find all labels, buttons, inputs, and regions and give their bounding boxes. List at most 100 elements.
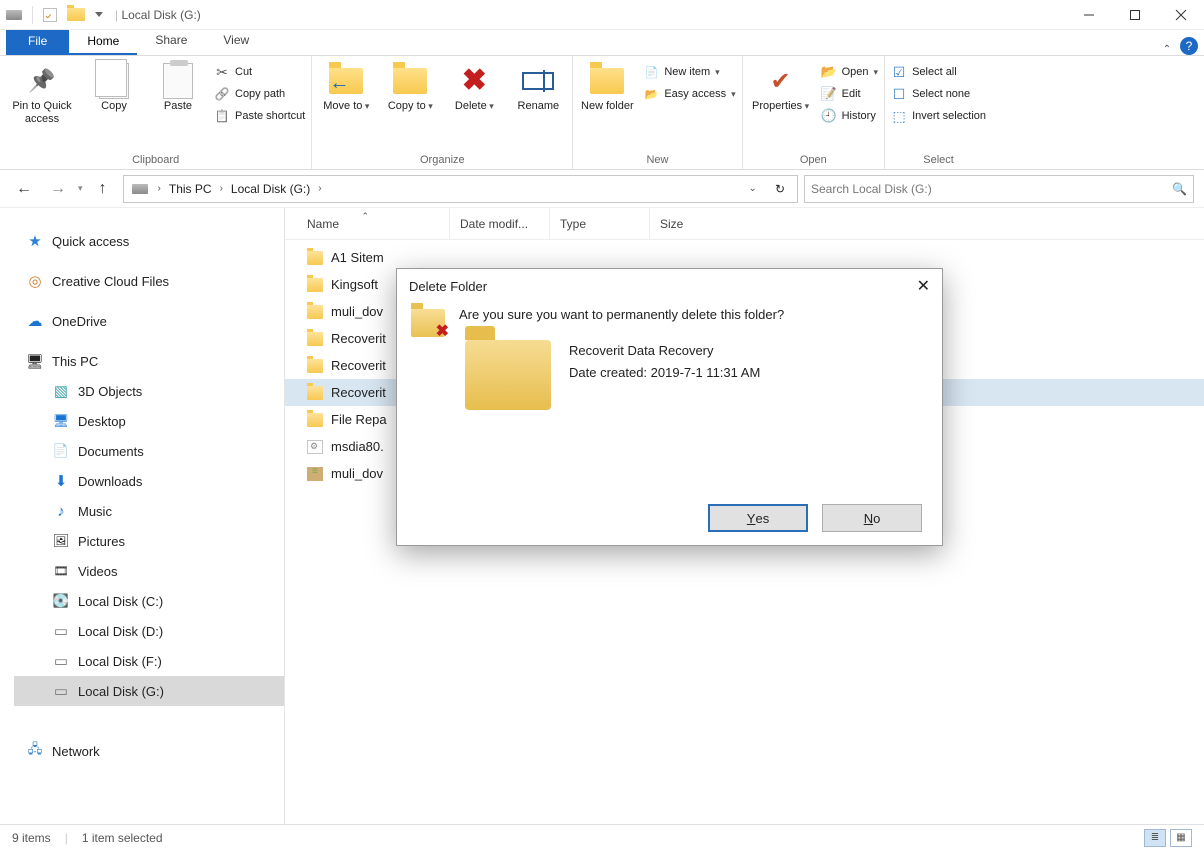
address-bar[interactable]: › This PC › Local Disk (G:) › ⌄ ↻ xyxy=(123,175,798,203)
ribbon: Pin to Quick access Copy Paste Cut Copy … xyxy=(0,56,1204,170)
pictures-icon xyxy=(52,532,70,550)
checkbox-icon[interactable] xyxy=(43,8,57,22)
tree-downloads[interactable]: Downloads xyxy=(14,466,284,496)
details-view-button[interactable]: ≣ xyxy=(1144,829,1166,847)
drive-icon xyxy=(6,10,22,20)
breadcrumb-separator-icon[interactable]: › xyxy=(216,183,227,194)
drive-icon xyxy=(52,622,70,640)
invert-selection-button[interactable]: Invert selection xyxy=(891,108,986,124)
dialog-title: Delete Folder xyxy=(409,279,487,294)
label: Videos xyxy=(78,564,118,579)
open-button[interactable]: Open xyxy=(821,64,878,80)
list-item[interactable]: A1 Sitem xyxy=(285,244,1204,271)
tree-music[interactable]: Music xyxy=(14,496,284,526)
paste-button[interactable]: Paste xyxy=(150,60,206,113)
tree-disk-c[interactable]: Local Disk (C:) xyxy=(14,586,284,616)
copy-button[interactable]: Copy xyxy=(86,60,142,113)
tab-file[interactable]: File xyxy=(6,30,69,55)
tree-onedrive[interactable]: OneDrive xyxy=(14,306,284,336)
tab-view[interactable]: View xyxy=(205,28,267,55)
label: 3D Objects xyxy=(78,384,142,399)
tree-disk-f[interactable]: Local Disk (F:) xyxy=(14,646,284,676)
help-icon[interactable]: ? xyxy=(1180,37,1198,55)
label: Move to xyxy=(323,100,369,113)
no-button[interactable]: No xyxy=(822,504,922,532)
folder-icon xyxy=(307,251,323,265)
easy-access-icon: 📂 xyxy=(643,86,659,102)
ribbon-group-clipboard: Pin to Quick access Copy Paste Cut Copy … xyxy=(0,56,312,169)
maximize-button[interactable] xyxy=(1112,0,1158,30)
label: Copy path xyxy=(235,88,285,100)
minimize-button[interactable] xyxy=(1066,0,1112,30)
column-name[interactable]: Name⌃ xyxy=(285,208,450,239)
label: Rename xyxy=(518,100,560,113)
tree-pictures[interactable]: Pictures xyxy=(14,526,284,556)
breadcrumb-separator-icon[interactable]: › xyxy=(314,183,325,194)
qat-dropdown-icon[interactable] xyxy=(95,12,103,17)
select-all-button[interactable]: Select all xyxy=(891,64,986,80)
breadcrumb-this-pc[interactable]: This PC xyxy=(167,182,214,196)
forward-button[interactable]: → xyxy=(44,175,72,203)
tab-home[interactable]: Home xyxy=(69,29,137,55)
tree-disk-g[interactable]: Local Disk (G:) xyxy=(14,676,284,706)
dialog-close-button[interactable]: ✕ xyxy=(917,276,930,296)
copy-to-button[interactable]: Copy to xyxy=(382,60,438,113)
tree-this-pc[interactable]: This PC xyxy=(14,346,284,376)
label: Delete xyxy=(455,100,494,113)
tree-quick-access[interactable]: Quick access xyxy=(14,226,284,256)
file-name: Recoverit xyxy=(331,331,386,346)
objects-icon xyxy=(52,382,70,400)
column-date[interactable]: Date modif... xyxy=(450,208,550,239)
new-item-button[interactable]: 📄New item xyxy=(643,64,735,80)
label: Documents xyxy=(78,444,144,459)
up-button[interactable]: ↑ xyxy=(89,175,117,203)
breadcrumb-local-disk-g[interactable]: Local Disk (G:) xyxy=(229,182,312,196)
column-type[interactable]: Type xyxy=(550,208,650,239)
address-dropdown-icon[interactable]: ⌄ xyxy=(741,183,765,194)
file-name: File Repa xyxy=(331,412,387,427)
copy-path-button[interactable]: Copy path xyxy=(214,86,305,102)
label: Creative Cloud Files xyxy=(52,274,169,289)
tree-creative-cloud[interactable]: Creative Cloud Files xyxy=(14,266,284,296)
delete-button[interactable]: ✖ Delete xyxy=(446,60,502,113)
cut-button[interactable]: Cut xyxy=(214,64,305,80)
new-mini-column: 📄New item 📂Easy access xyxy=(643,60,735,102)
recent-dropdown-icon[interactable]: ▾ xyxy=(78,183,83,194)
tree-desktop[interactable]: Desktop xyxy=(14,406,284,436)
breadcrumb-separator-icon[interactable]: › xyxy=(154,183,165,194)
file-name: Kingsoft xyxy=(331,277,378,292)
close-button[interactable] xyxy=(1158,0,1204,30)
move-to-button[interactable]: ← Move to xyxy=(318,60,374,113)
pin-to-quick-access-button[interactable]: Pin to Quick access xyxy=(6,60,78,126)
tree-network[interactable]: Network xyxy=(14,736,284,766)
edit-button[interactable]: Edit xyxy=(821,86,878,102)
search-input[interactable]: Search Local Disk (G:) 🔍 xyxy=(804,175,1194,203)
ribbon-group-open: Properties Open Edit History Open xyxy=(743,56,885,169)
new-folder-button[interactable]: New folder xyxy=(579,60,635,113)
back-button[interactable]: ← xyxy=(10,175,38,203)
tree-videos[interactable]: Videos xyxy=(14,556,284,586)
rename-button[interactable]: Rename xyxy=(510,60,566,113)
select-none-button[interactable]: Select none xyxy=(891,86,986,102)
documents-icon xyxy=(52,442,70,460)
search-icon[interactable]: 🔍 xyxy=(1172,182,1187,196)
paste-shortcut-button[interactable]: Paste shortcut xyxy=(214,108,305,124)
column-size[interactable]: Size xyxy=(650,208,750,239)
large-icons-view-button[interactable]: ▦ xyxy=(1170,829,1192,847)
search-placeholder: Search Local Disk (G:) xyxy=(811,182,932,196)
history-button[interactable]: History xyxy=(821,108,878,124)
label: Quick access xyxy=(52,234,129,249)
properties-button[interactable]: Properties xyxy=(749,60,813,113)
folder-icon[interactable] xyxy=(67,8,85,21)
videos-icon xyxy=(52,562,70,580)
tree-disk-d[interactable]: Local Disk (D:) xyxy=(14,616,284,646)
refresh-button[interactable]: ↻ xyxy=(767,182,793,196)
tree-3d-objects[interactable]: 3D Objects xyxy=(14,376,284,406)
item-count: 9 items xyxy=(12,831,51,845)
tree-documents[interactable]: Documents xyxy=(14,436,284,466)
ribbon-collapse-icon[interactable]: ⌃ xyxy=(1154,44,1180,55)
easy-access-button[interactable]: 📂Easy access xyxy=(643,86,735,102)
label: History xyxy=(842,110,876,122)
yes-button[interactable]: Yes xyxy=(708,504,808,532)
tab-share[interactable]: Share xyxy=(137,28,205,55)
